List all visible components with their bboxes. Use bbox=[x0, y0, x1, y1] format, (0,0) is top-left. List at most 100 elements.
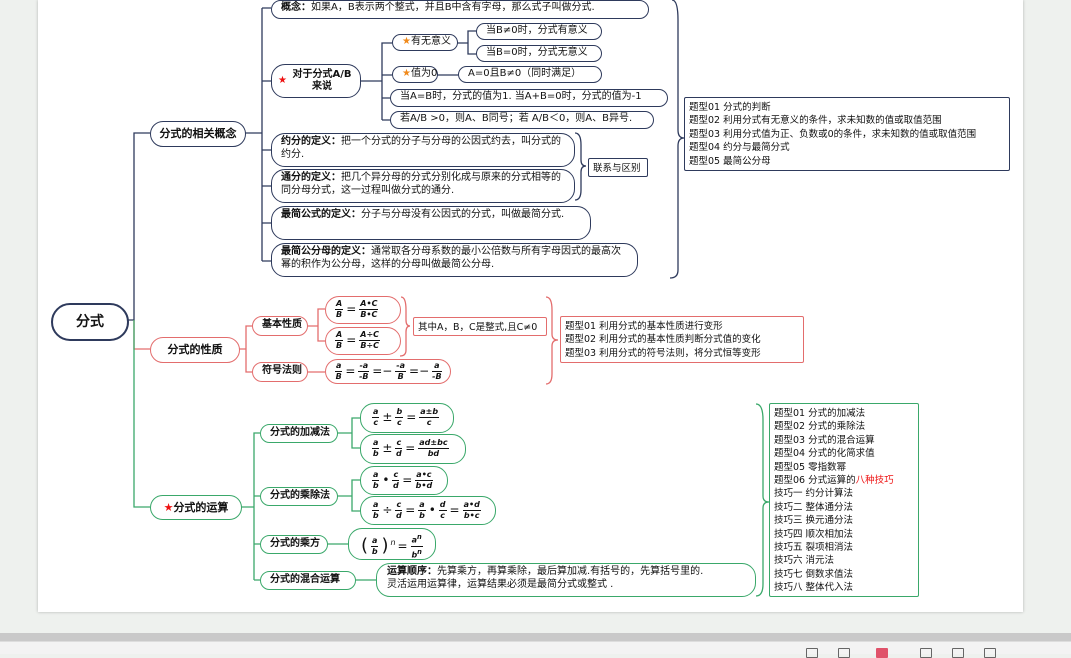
mixed-op-node[interactable]: 分式的混合运算 bbox=[260, 571, 356, 590]
fraction-numerator: a•c bbox=[415, 470, 433, 481]
fraction-denominator: c bbox=[396, 418, 402, 427]
fraction-numerator: c bbox=[395, 438, 403, 449]
settings-icon[interactable] bbox=[984, 648, 996, 658]
mul-formula[interactable]: a b • c d = a•c b•d bbox=[360, 466, 448, 495]
fraction-numerator: a±b bbox=[419, 407, 440, 418]
add-formula-1[interactable]: a c ± b c = a±b c bbox=[360, 403, 454, 433]
question-type-item: 题型01 利用分式的基本性质进行变形 bbox=[565, 321, 723, 332]
value-zero-node[interactable]: ★值为0 bbox=[392, 66, 438, 83]
technique-item: 技巧二 整体通分法 bbox=[774, 501, 854, 513]
question-type-item: 题型05 最简公分母 bbox=[689, 155, 771, 167]
sign-rule-node[interactable]: 若A/B >0，则A、B同号；若 A/B＜0，则A、B异号. bbox=[390, 111, 654, 129]
operator: • bbox=[382, 473, 390, 487]
fraction-numerator: A÷C bbox=[359, 330, 381, 341]
exponent: n bbox=[390, 537, 396, 547]
branch-concepts[interactable]: 分式的相关概念 bbox=[150, 121, 246, 147]
simplest-text: 分子与分母没有公因式的分式，叫做最简分式. bbox=[361, 209, 565, 220]
fraction-numerator: a bbox=[432, 361, 442, 372]
fraction-numerator: -a bbox=[358, 361, 370, 372]
add-formula-2[interactable]: a b ± c d = ad±bc bd bbox=[360, 434, 466, 464]
meaning-zero-node[interactable]: 当B=0时，分式无意义 bbox=[476, 45, 602, 62]
question-type-item: 题型04 约分与最简分式 bbox=[689, 142, 790, 154]
reduction-node[interactable]: 约分的定义：把一个分式的分子与分母的公因式约去，叫分式的约分. bbox=[271, 133, 575, 167]
concept-label: 概念： bbox=[281, 2, 311, 13]
fraction-numerator: an bbox=[410, 532, 423, 547]
qt6-highlight: 八种技巧 bbox=[855, 475, 894, 487]
technique-item: 技巧六 消元法 bbox=[774, 555, 835, 567]
fraction-numerator: ad±bc bbox=[418, 438, 449, 449]
fraction-denominator: B bbox=[335, 372, 342, 381]
for-fraction-label: 对于分式A/B来说 bbox=[292, 68, 352, 93]
technique-item: 技巧五 裂项相消法 bbox=[774, 542, 854, 554]
fraction-numerator: c bbox=[392, 470, 400, 481]
star-icon: ★ bbox=[402, 68, 411, 79]
question-type-item: 题型05 零指数幂 bbox=[774, 461, 847, 473]
fraction-numerator: a bbox=[372, 500, 380, 511]
fraction-denominator: d bbox=[395, 511, 402, 520]
basic-property-node[interactable]: 基本性质 bbox=[252, 316, 308, 336]
condition-box[interactable]: 其中A，B，C是整式,且C≠0 bbox=[413, 317, 547, 336]
add-sub-node[interactable]: 分式的加减法 bbox=[260, 424, 338, 443]
fraction-numerator: a bbox=[335, 361, 343, 372]
active-view-icon[interactable] bbox=[876, 648, 888, 658]
branch-operations[interactable]: ★分式的运算 bbox=[150, 495, 242, 520]
simplest-fraction-node[interactable]: 最简公式的定义：分子与分母没有公因式的分式，叫做最简分式. bbox=[271, 206, 591, 240]
operator: ± bbox=[382, 410, 393, 424]
fullscreen-icon[interactable] bbox=[952, 648, 964, 658]
fraction-denominator: B bbox=[397, 372, 404, 381]
for-fraction-node[interactable]: ★ 对于分式A/B来说 bbox=[271, 64, 361, 98]
basic-formula-mul[interactable]: A B = A•C B•C bbox=[325, 296, 401, 324]
fraction-denominator: b•c bbox=[463, 511, 480, 520]
fraction-denominator: B bbox=[336, 341, 343, 350]
status-bar bbox=[0, 641, 1071, 658]
reduction-label: 约分的定义： bbox=[281, 136, 341, 147]
fraction-denominator: c bbox=[426, 418, 432, 427]
fraction-numerator: A bbox=[335, 330, 344, 341]
sign-rule-node[interactable]: 符号法则 bbox=[252, 362, 308, 382]
concept-node[interactable]: 概念：如果A，B表示两个整式，并且B中含有字母，那么式子叫做分式. bbox=[271, 0, 649, 19]
concepts-question-types[interactable]: 题型01 分式的判断 题型02 利用分式有无意义的条件，求未知数的值或取值范围 … bbox=[684, 97, 1010, 171]
star-icon: ★ bbox=[278, 74, 287, 86]
fraction-denominator: c bbox=[373, 418, 379, 427]
fraction-numerator: a bbox=[372, 438, 380, 449]
root-node[interactable]: 分式 bbox=[51, 303, 129, 341]
star-icon: ★ bbox=[163, 501, 174, 514]
fit-page-icon[interactable] bbox=[920, 648, 932, 658]
operation-order-node[interactable]: 运算顺序：先算乘方，再算乘除，最后算加减.有括号的，先算括号里的. 灵活运用运算… bbox=[376, 563, 756, 597]
two-page-icon[interactable] bbox=[838, 648, 850, 658]
question-type-item: 题型02 利用分式的基本性质判断分式值的变化 bbox=[565, 334, 761, 346]
technique-item: 技巧八 整体代入法 bbox=[774, 582, 854, 594]
basic-formula-div[interactable]: A B = A÷C B÷C bbox=[325, 327, 401, 355]
value-zero-cond-node[interactable]: A=0且B≠0（同时满足） bbox=[458, 66, 602, 83]
order-label: 运算顺序： bbox=[387, 566, 437, 577]
meaning-nonzero-node[interactable]: 当B≠0时，分式有意义 bbox=[476, 23, 602, 40]
operations-question-types[interactable]: 题型01 分式的加减法 题型02 分式的乘除法 题型03 分式的混合运算 题型0… bbox=[769, 403, 919, 597]
fraction-numerator: a bbox=[372, 407, 380, 418]
question-type-item: 题型03 利用分式的符号法则，将分式恒等变形 bbox=[565, 347, 761, 359]
fraction-numerator: a bbox=[418, 500, 426, 511]
meaning-node[interactable]: ★有无意义 bbox=[392, 34, 458, 51]
relation-box[interactable]: 联系与区别 bbox=[588, 158, 648, 177]
value-one-node[interactable]: 当A=B时，分式的值为1. 当A+B=0时，分式的值为-1 bbox=[390, 89, 668, 107]
branch-properties[interactable]: 分式的性质 bbox=[150, 337, 240, 363]
fraction-denominator: b bbox=[372, 511, 379, 520]
horizontal-scrollbar[interactable] bbox=[0, 633, 1071, 641]
mul-div-node[interactable]: 分式的乘除法 bbox=[260, 487, 338, 506]
question-type-item: 题型02 分式的乘除法 bbox=[774, 421, 866, 433]
sign-formula[interactable]: a B = -a -B =− -a B =− a -B bbox=[325, 359, 451, 384]
fraction-denominator: b bbox=[371, 546, 378, 556]
question-type-item: 题型04 分式的化简求值 bbox=[774, 448, 875, 460]
page-view-icon[interactable] bbox=[806, 648, 818, 658]
question-type-item: 题型03 分式的混合运算 bbox=[774, 434, 875, 446]
common-denominator-node[interactable]: 通分的定义：把几个异分母的分式分别化成与原来的分式相等的同分母分式，这一过程叫做… bbox=[271, 169, 575, 203]
question-type-item: 题型03 利用分式值为正、负数或0的条件，求未知数的值或取值范围 bbox=[689, 128, 977, 140]
operator: ÷ bbox=[382, 503, 393, 517]
power-node[interactable]: 分式的乘方 bbox=[260, 535, 328, 554]
simplest-denominator-node[interactable]: 最简公分母的定义：通常取各分母系数的最小公倍数与所有字母因式的最高次幂的积作为公… bbox=[271, 243, 638, 277]
div-formula[interactable]: a b ÷ c d = a b • d c = a•d b•c bbox=[360, 496, 496, 525]
operator: • bbox=[428, 503, 436, 517]
question-type-item: 题型02 利用分式有无意义的条件，求未知数的值或取值范围 bbox=[689, 115, 942, 127]
operator: ± bbox=[382, 441, 393, 455]
properties-question-types[interactable]: 题型01 利用分式的基本性质进行变形 题型02 利用分式的基本性质判断分式值的变… bbox=[560, 316, 804, 363]
power-formula[interactable]: (a b) n = an bn bbox=[348, 528, 436, 560]
